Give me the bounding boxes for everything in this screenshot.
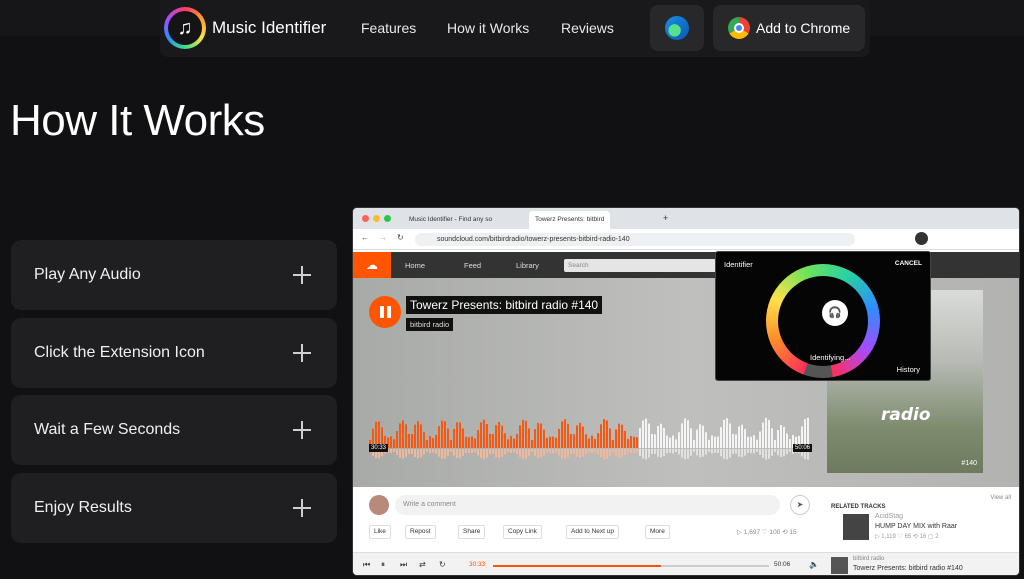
nav-link-reviews[interactable]: Reviews — [561, 20, 614, 36]
like-button: Like — [369, 525, 391, 539]
headphones-icon: 🎧 — [822, 300, 848, 326]
brand-name: Music Identifier — [212, 18, 327, 37]
expand-plus-icon — [293, 421, 311, 439]
sc-search: Search — [564, 259, 716, 272]
step-enjoy-results[interactable]: Enjoy Results — [11, 473, 337, 543]
step-label: Wait a Few Seconds — [34, 421, 181, 438]
identifier-popup: Identifier CANCEL 🎧 Identifying... Histo… — [715, 251, 931, 381]
step-wait-few-seconds[interactable]: Wait a Few Seconds — [11, 395, 337, 465]
sc-nav-feed: Feed — [464, 261, 482, 270]
step-label: Play Any Audio — [34, 266, 141, 283]
add-to-chrome-button[interactable]: Add to Chrome — [713, 5, 865, 51]
new-tab-icon: + — [663, 213, 669, 223]
expand-plus-icon — [293, 344, 311, 362]
repeat-icon: ↻ — [439, 560, 446, 569]
step-click-extension-icon[interactable]: Click the Extension Icon — [11, 318, 337, 388]
chrome-icon — [728, 17, 750, 39]
step-play-any-audio[interactable]: Play Any Audio — [11, 240, 337, 310]
sc-nav-library: Library — [516, 261, 539, 270]
now-playing-artist: bitbird radio — [853, 556, 885, 562]
maximize-window-icon — [384, 215, 391, 222]
url-field: soundcloud.com/bitbirdradio/towerz-prese… — [415, 233, 855, 246]
nav-link-how-it-works[interactable]: How it Works — [447, 20, 529, 36]
browser-tab-bar: Music Identifier - Find any so Towerz Pr… — [353, 208, 1019, 229]
expand-plus-icon — [293, 266, 311, 284]
share-button: Share — [458, 525, 486, 539]
brand[interactable]: ♫ Music Identifier — [164, 7, 326, 49]
add-to-next-up-button: Add to Next up — [566, 525, 619, 539]
previous-icon: ⏮ — [363, 560, 371, 569]
track-title: Towerz Presents: bitbird radio #140 — [406, 296, 603, 314]
volume-icon: 🔈 — [809, 560, 819, 569]
related-tracks: RELATED TRACKS View all AcidStag HUMP DA… — [831, 495, 1011, 540]
expand-plus-icon — [293, 499, 311, 517]
shuffle-icon: ⇄ — [419, 560, 426, 569]
forward-icon: → — [379, 233, 387, 242]
comments-area: Write a comment ➤ Like Repost Share Copy… — [353, 487, 1019, 552]
sc-nav-home: Home — [405, 261, 426, 270]
comment-input: Write a comment — [395, 495, 780, 515]
pause-icon — [369, 296, 401, 328]
player-time-total: 50:06 — [774, 561, 791, 568]
pause-icon: ⏸ — [381, 560, 385, 569]
browser-address-bar: ← → ↻ soundcloud.com/bitbirdradio/towerz… — [353, 229, 1019, 250]
artwork-number: #140 — [961, 460, 977, 467]
next-icon: ⏭ — [400, 560, 408, 569]
demo-screenshot: Music Identifier - Find any so Towerz Pr… — [352, 207, 1020, 576]
browser-tab: Music Identifier - Find any so — [409, 216, 493, 223]
related-title: HUMP DAY MIX with Raar — [875, 523, 958, 530]
minimize-window-icon — [373, 215, 380, 222]
reload-icon: ↻ — [397, 233, 404, 242]
waveform-time-right: 50:06 — [793, 444, 813, 452]
related-view-all: View all — [990, 495, 1011, 501]
waveform — [369, 417, 809, 460]
nav-link-features[interactable]: Features — [361, 20, 416, 36]
step-label: Enjoy Results — [34, 499, 132, 516]
music-note-logo-icon: ♫ — [164, 7, 206, 49]
soundcloud-cloud-icon: ☁ — [353, 252, 391, 278]
artwork-word: radio — [881, 405, 931, 425]
avatar — [369, 495, 389, 515]
close-window-icon — [362, 215, 369, 222]
popup-brand: Identifier — [724, 260, 753, 269]
edge-icon — [665, 16, 689, 40]
player-progress-fill — [493, 565, 662, 567]
waveform-time-left: 30:33 — [369, 444, 389, 452]
page-title: How It Works — [10, 96, 265, 145]
repost-button: Repost — [405, 525, 436, 539]
now-playing-thumbnail — [831, 557, 848, 574]
browser-tab-active: Towerz Presents: bitbird — [529, 211, 611, 229]
step-label: Click the Extension Icon — [34, 344, 205, 361]
identifying-status: Identifying... — [810, 353, 851, 362]
extension-icon — [915, 232, 928, 245]
popup-cancel: CANCEL — [894, 260, 922, 267]
track-stats: ▷ 1,697 ♡ 100 ⟲ 15 — [737, 529, 797, 536]
related-thumbnail — [843, 514, 869, 540]
player-time-current: 30:33 — [469, 561, 486, 568]
more-button: More — [645, 525, 670, 539]
send-icon: ➤ — [790, 495, 810, 515]
related-artist: AcidStag — [875, 513, 904, 520]
related-heading: RELATED TRACKS — [831, 504, 886, 510]
progress-ring: 🎧 Identifying... — [766, 264, 880, 378]
history-dropdown: History — [896, 365, 920, 374]
player-progress — [493, 565, 769, 567]
back-icon: ← — [361, 233, 369, 242]
add-to-chrome-label: Add to Chrome — [756, 20, 851, 36]
related-stats: ▷ 1,119 ♡ 65 ⟲ 16 ▢ 2 — [875, 534, 939, 540]
add-to-edge-button[interactable] — [650, 5, 704, 51]
now-playing-title: Towerz Presents: bitbird radio #140 — [853, 565, 963, 572]
track-artist: bitbird radio — [406, 318, 454, 331]
copy-link-button: Copy Link — [503, 525, 542, 539]
player-bar: ⏮ ⏸ ⏭ ⇄ ↻ 30:33 50:06 🔈 bitbird radio To… — [353, 552, 1019, 575]
